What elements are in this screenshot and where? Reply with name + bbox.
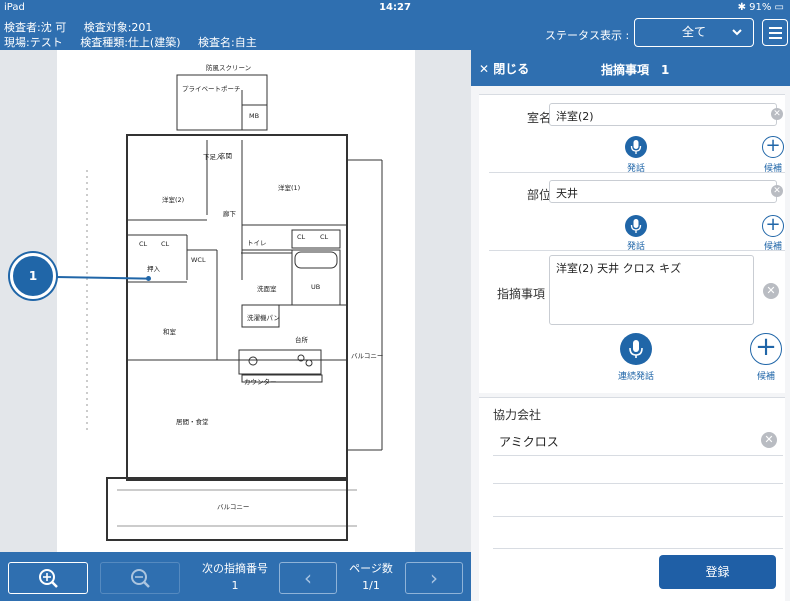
page-count: ページ数 1/1	[340, 560, 402, 592]
clear-icon[interactable]: ✕	[771, 108, 783, 120]
room-balcony-right: バルコニー	[351, 352, 384, 360]
room-western2: 洋室(2)	[162, 196, 185, 204]
room-kitchen: 台所	[295, 336, 308, 344]
hamburger-icon	[769, 27, 782, 29]
prev-page-button[interactable]: ‹	[279, 562, 337, 594]
close-icon: ✕	[479, 62, 490, 76]
panel-header: ✕ 閉じる 指摘事項 1	[471, 50, 790, 86]
floor-plan-viewer[interactable]: 防風スクリーン プライベートポーチ MB 玄関 下足入 洋室(2) 洋室(1) …	[0, 50, 471, 552]
plus-icon: +	[765, 214, 781, 235]
company-label: 協力会社	[493, 408, 542, 422]
issue-form: 室名 洋室(2) ✕ 発話 + 候補 部位 天井 ✕ 発話 + 候補 指摘事項 …	[479, 94, 785, 393]
room-oshiire: 押入	[147, 265, 160, 273]
clear-icon[interactable]: ✕	[763, 283, 779, 299]
app-header: 検査者:沈 可 検査対象:201 現場:テスト 検査種類:仕上(建築) 検査名:…	[0, 16, 790, 50]
battery-level: ✱ 91% ▭	[737, 2, 784, 13]
candidate-label: 候補	[756, 372, 775, 382]
room-cl-4: CL	[320, 233, 329, 241]
divider	[493, 483, 783, 484]
room-shoes: 下足入	[203, 153, 223, 161]
divider	[493, 548, 783, 549]
microphone-icon	[629, 340, 643, 358]
room-cl-2: CL	[161, 240, 170, 248]
status-filter-label: ステータス表示 :	[545, 29, 630, 42]
divider	[493, 516, 783, 517]
microphone-icon	[630, 219, 642, 233]
room-balcony-bottom: バルコニー	[217, 503, 250, 511]
room-western1: 洋室(1)	[278, 184, 301, 192]
room-porch: プライベートポーチ	[182, 85, 241, 93]
page-count-value: 1/1	[362, 579, 380, 592]
issue-label: 指摘事項	[496, 287, 545, 301]
divider	[493, 455, 783, 456]
room-japanese: 和室	[163, 328, 176, 336]
room-wcl: WCL	[191, 256, 206, 264]
clock: 14:27	[379, 2, 411, 13]
bottom-toolbar: 次の指摘番号 1 ‹ ページ数 1/1 ›	[0, 552, 471, 601]
part-input[interactable]: 天井	[549, 180, 777, 203]
room-cl-1: CL	[139, 240, 148, 248]
voice-input-button[interactable]	[625, 136, 647, 158]
issue-textarea[interactable]: 洋室(2) 天井 クロス キズ	[549, 255, 754, 325]
target-label: 検査対象:201	[83, 21, 153, 34]
room-washer: 洗濯機パン	[247, 314, 280, 322]
floor-plan-drawing[interactable]: 防風スクリーン プライベートポーチ MB 玄関 下足入 洋室(2) 洋室(1) …	[57, 50, 415, 552]
room-washroom: 洗面室	[257, 285, 277, 293]
panel-title: 指摘事項 1	[601, 63, 670, 77]
room-cl-3: CL	[297, 233, 306, 241]
plus-icon: +	[755, 332, 777, 362]
page-count-label: ページ数	[349, 562, 393, 575]
room-hallway: 廊下	[223, 210, 236, 218]
room-ub: UB	[311, 283, 321, 291]
header-line-1: 検査者:沈 可 検査対象:201	[4, 19, 166, 35]
continuous-voice-button[interactable]	[620, 333, 652, 365]
issue-marker[interactable]: 1	[10, 253, 56, 299]
room-name-input[interactable]: 洋室(2)	[549, 103, 777, 126]
divider	[489, 250, 785, 251]
candidate-button[interactable]: +	[762, 215, 784, 237]
continuous-voice-label: 連続発話	[617, 372, 654, 382]
issue-detail-panel: ✕ 閉じる 指摘事項 1 室名 洋室(2) ✕ 発話 + 候補 部位 天井 ✕	[471, 50, 790, 601]
plus-icon: +	[765, 135, 781, 156]
register-button[interactable]: 登録	[659, 555, 776, 589]
inspection-type-label: 検査種類:仕上(建築)	[80, 36, 181, 49]
next-issue-number: 次の指摘番号 1	[190, 560, 280, 592]
chevron-left-icon: ‹	[304, 566, 312, 590]
company-value[interactable]: アミクロス	[499, 433, 559, 450]
room-toilet: トイレ	[247, 239, 267, 247]
zoom-out-button[interactable]	[100, 562, 180, 594]
close-button[interactable]: ✕ 閉じる	[479, 60, 529, 77]
candidate-button[interactable]: +	[750, 333, 782, 365]
marker-anchor-point	[146, 276, 151, 281]
menu-button[interactable]	[762, 19, 788, 46]
zoom-out-icon	[131, 569, 150, 588]
clear-icon[interactable]: ✕	[771, 185, 783, 197]
zoom-in-button[interactable]	[8, 562, 88, 594]
floor-plan-svg	[86, 74, 383, 541]
voice-input-button[interactable]	[625, 215, 647, 237]
room-screen: 防風スクリーン	[206, 64, 252, 72]
room-living: 居間・食堂	[176, 418, 209, 426]
inspection-name-label: 検査名:自主	[198, 36, 257, 49]
microphone-icon	[630, 140, 642, 154]
inspector-label: 検査者:沈 可	[4, 21, 67, 34]
ios-status-bar: iPad 14:27 ✱ 91% ▭	[0, 0, 790, 16]
site-label: 現場:テスト	[4, 36, 63, 49]
room-mb: MB	[249, 112, 260, 120]
room-counter: カウンター	[244, 378, 277, 386]
header-line-2: 現場:テスト 検査種類:仕上(建築) 検査名:自主	[4, 34, 271, 50]
status-filter-select[interactable]: 全て	[634, 18, 754, 47]
zoom-in-icon	[39, 569, 58, 588]
part-label: 部位	[526, 188, 551, 202]
next-issue-value: 1	[231, 579, 239, 592]
next-page-button[interactable]: ›	[405, 562, 463, 594]
battery-icon: ▭	[774, 2, 784, 13]
chevron-right-icon: ›	[430, 566, 438, 590]
divider	[489, 172, 785, 173]
clear-icon[interactable]: ✕	[761, 432, 777, 448]
status-filter-value: 全て	[681, 25, 706, 39]
room-name-label: 室名	[526, 111, 551, 125]
candidate-button[interactable]: +	[762, 136, 784, 158]
next-issue-label: 次の指摘番号	[202, 562, 268, 575]
